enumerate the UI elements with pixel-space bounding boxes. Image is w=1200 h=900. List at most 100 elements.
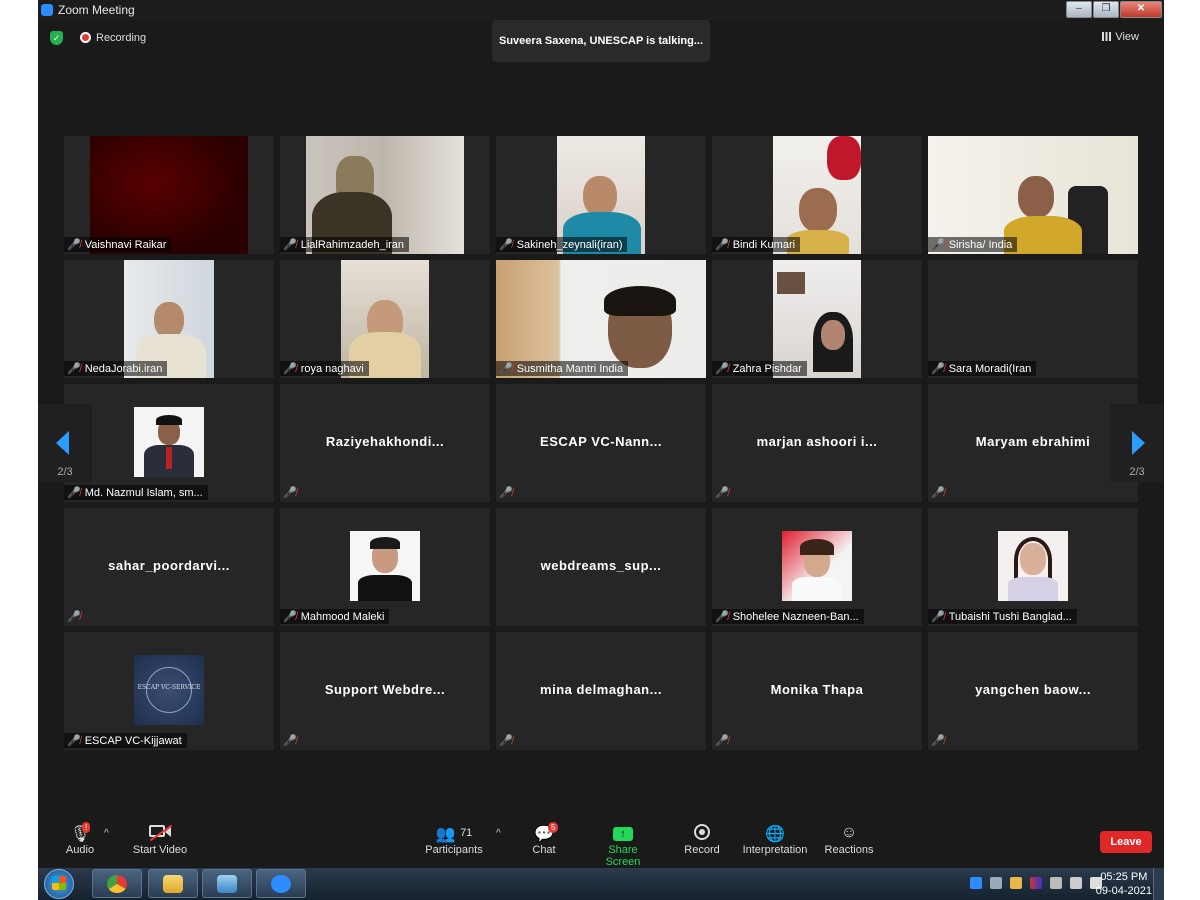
tray-link-icon[interactable] <box>990 877 1002 889</box>
video-tile[interactable]: 🎤̸ Md. Nazmul Islam, sm... <box>64 384 274 502</box>
video-tile[interactable]: ESCAP VC-SERVICE 🎤̸ ESCAP VC-Kijjawat <box>64 632 274 750</box>
participants-options-caret-icon[interactable]: ^ <box>496 828 501 839</box>
video-tile[interactable]: Support Webdre... 🎤̸ <box>280 632 490 750</box>
video-tile[interactable]: 🎤̸ Shohelee Nazneen-Ban... <box>712 508 922 626</box>
participants-button[interactable]: 👥 71 Participants <box>422 824 486 856</box>
tray-zoom-icon[interactable] <box>970 877 982 889</box>
close-button[interactable]: ✕ <box>1120 1 1162 18</box>
audio-warning-badge: ! <box>82 822 91 833</box>
video-tile[interactable]: ESCAP VC-Nann... 🎤̸ <box>496 384 706 502</box>
video-tile[interactable]: 🎤̸ Vaishnavi Raikar <box>64 136 274 254</box>
video-tile[interactable]: marjan ashoori i... 🎤̸ <box>712 384 922 502</box>
windows-taskbar: 05:25 PM 09-04-2021 <box>38 868 1164 900</box>
participant-name: ESCAP VC-Kijjawat <box>84 735 182 747</box>
participant-name-large: Support Webdre... <box>324 682 446 697</box>
muted-mic-icon: 🎤̸ <box>715 239 729 251</box>
view-button[interactable]: View <box>1102 31 1139 43</box>
start-video-button[interactable]: Start Video <box>130 824 190 856</box>
participant-name: Zahra Pishdar <box>732 363 802 375</box>
active-speaker-banner: Suveera Saxena, UNESCAP is talking... <box>492 20 710 62</box>
taskbar-remote-desktop[interactable] <box>202 869 252 898</box>
page-indicator-right: 2/3 <box>1129 466 1145 478</box>
muted-mic-icon: 🎤̸ <box>283 487 297 499</box>
start-button[interactable] <box>44 869 74 899</box>
video-tile[interactable]: webdreams_sup... <box>496 508 706 626</box>
leave-button[interactable]: Leave <box>1100 831 1152 853</box>
reactions-label: Reactions <box>824 844 874 856</box>
video-tile[interactable]: Maryam ebrahimi 🎤̸ <box>928 384 1138 502</box>
smiley-plus-icon: ☺ <box>840 824 858 841</box>
meeting-toolbar: 🎙! Audio ^ Start Video 👥 71 Participants… <box>38 812 1164 868</box>
audio-button[interactable]: 🎙! Audio <box>60 822 100 856</box>
reactions-button[interactable]: ☺ Reactions <box>822 824 876 856</box>
profile-photo <box>134 407 204 477</box>
escap-logo: ESCAP VC-SERVICE <box>134 655 204 725</box>
taskbar-file-explorer[interactable] <box>148 869 198 898</box>
window-controls: – ❐ ✕ <box>1065 1 1162 18</box>
video-tile[interactable]: 🎤̸ Mahmood Maleki <box>280 508 490 626</box>
zoom-window: Zoom Meeting – ❐ ✕ ✓ Recording Suveera S… <box>38 0 1164 900</box>
windows-logo-icon <box>52 876 66 890</box>
video-tile[interactable]: 🎤̸ roya naghavi <box>280 260 490 378</box>
participant-name-large: marjan ashoori i... <box>756 434 878 449</box>
muted-mic-icon: 🎤̸ <box>283 363 297 375</box>
profile-photo <box>998 531 1068 601</box>
participant-name-tag: 🎤̸ LialRahimzadeh_iran <box>280 237 410 252</box>
maximize-button[interactable]: ❐ <box>1093 1 1119 18</box>
video-tile[interactable]: 🎤̸ LialRahimzadeh_iran <box>280 136 490 254</box>
tray-app-icon[interactable] <box>1030 877 1042 889</box>
tray-network-icon[interactable] <box>1050 877 1062 889</box>
muted-mic-icon: 🎤̸ <box>67 735 81 747</box>
next-page-button[interactable]: 2/3 <box>1110 404 1164 482</box>
start-video-label: Start Video <box>132 844 188 856</box>
video-tile[interactable]: mina delmaghan... 🎤̸ <box>496 632 706 750</box>
participant-name: Mahmood Maleki <box>300 611 385 623</box>
participant-name-large: Maryam ebrahimi <box>975 434 1091 449</box>
video-tile[interactable]: sahar_poordarvi... 🎤̸ <box>64 508 274 626</box>
participant-name-tag: 🎤̸ ESCAP VC-Kijjawat <box>64 733 187 748</box>
window-title: Zoom Meeting <box>58 3 135 17</box>
participant-name-tag: 🎤̸ Vaishnavi Raikar <box>64 237 172 252</box>
minimize-button[interactable]: – <box>1066 1 1092 18</box>
participant-name: Sakineh_zeynali(iran) <box>516 239 623 251</box>
show-desktop-button[interactable] <box>1153 868 1164 900</box>
security-shield-icon[interactable]: ✓ <box>50 31 63 45</box>
video-tile[interactable]: 🎤̸ NedaJorabi.iran <box>64 260 274 378</box>
tray-word-icon[interactable] <box>1010 877 1022 889</box>
muted-mic-icon: 🎤̸ <box>931 487 945 499</box>
recording-indicator[interactable]: Recording <box>80 32 146 44</box>
video-tile[interactable]: Raziyehakhondi... 🎤̸ <box>280 384 490 502</box>
video-tile[interactable]: 🎤̸ Sakineh_zeynali(iran) <box>496 136 706 254</box>
video-tile[interactable]: 🎤̸ Bindi Kumari <box>712 136 922 254</box>
zoom-app-icon <box>41 4 53 16</box>
muted-mic-icon: 🎤̸ <box>499 239 513 251</box>
participant-name-tag: 🎤̸ Susmitha Mantri India <box>496 361 629 376</box>
share-screen-button[interactable]: ↑ Share Screen <box>590 824 656 868</box>
video-tile[interactable]: 🎤̸ Sara Moradi(Iran <box>928 260 1138 378</box>
video-tile[interactable]: 🎤̸ Sirisha/ India <box>928 136 1138 254</box>
participant-name-tag: 🎤̸ Mahmood Maleki <box>280 609 390 624</box>
tray-volume-icon[interactable] <box>1070 877 1082 889</box>
taskbar-zoom[interactable] <box>256 869 306 898</box>
muted-mic-icon: 🎤̸ <box>931 611 945 623</box>
participant-name-tag: 🎤̸ Sakineh_zeynali(iran) <box>496 237 628 252</box>
video-tile[interactable]: 🎤̸ Susmitha Mantri India <box>496 260 706 378</box>
muted-mic-icon: 🎤̸ <box>715 735 729 747</box>
video-tile[interactable]: 🎤̸ Tubaishi Tushi Banglad... <box>928 508 1138 626</box>
chat-bubble-icon: 💬 5 <box>524 822 564 844</box>
interpretation-button[interactable]: 🌐 Interpretation <box>740 824 810 856</box>
system-clock[interactable]: 05:25 PM 09-04-2021 <box>1096 870 1152 898</box>
share-screen-icon: ↑ <box>590 824 656 844</box>
taskbar-chrome[interactable] <box>92 869 142 898</box>
previous-page-button[interactable]: 2/3 <box>38 404 92 482</box>
record-button[interactable]: Record <box>682 824 722 856</box>
muted-mic-icon: 🎤̸ <box>67 487 81 499</box>
chat-button[interactable]: 💬 5 Chat <box>524 822 564 856</box>
grid-view-icon <box>1102 32 1112 41</box>
video-tile[interactable]: Monika Thapa 🎤̸ <box>712 632 922 750</box>
participant-name: LialRahimzadeh_iran <box>300 239 405 251</box>
audio-options-caret-icon[interactable]: ^ <box>104 828 109 839</box>
video-tile[interactable]: 🎤̸ Zahra Pishdar <box>712 260 922 378</box>
record-label: Record <box>684 844 720 856</box>
video-tile[interactable]: yangchen baow... 🎤̸ <box>928 632 1138 750</box>
